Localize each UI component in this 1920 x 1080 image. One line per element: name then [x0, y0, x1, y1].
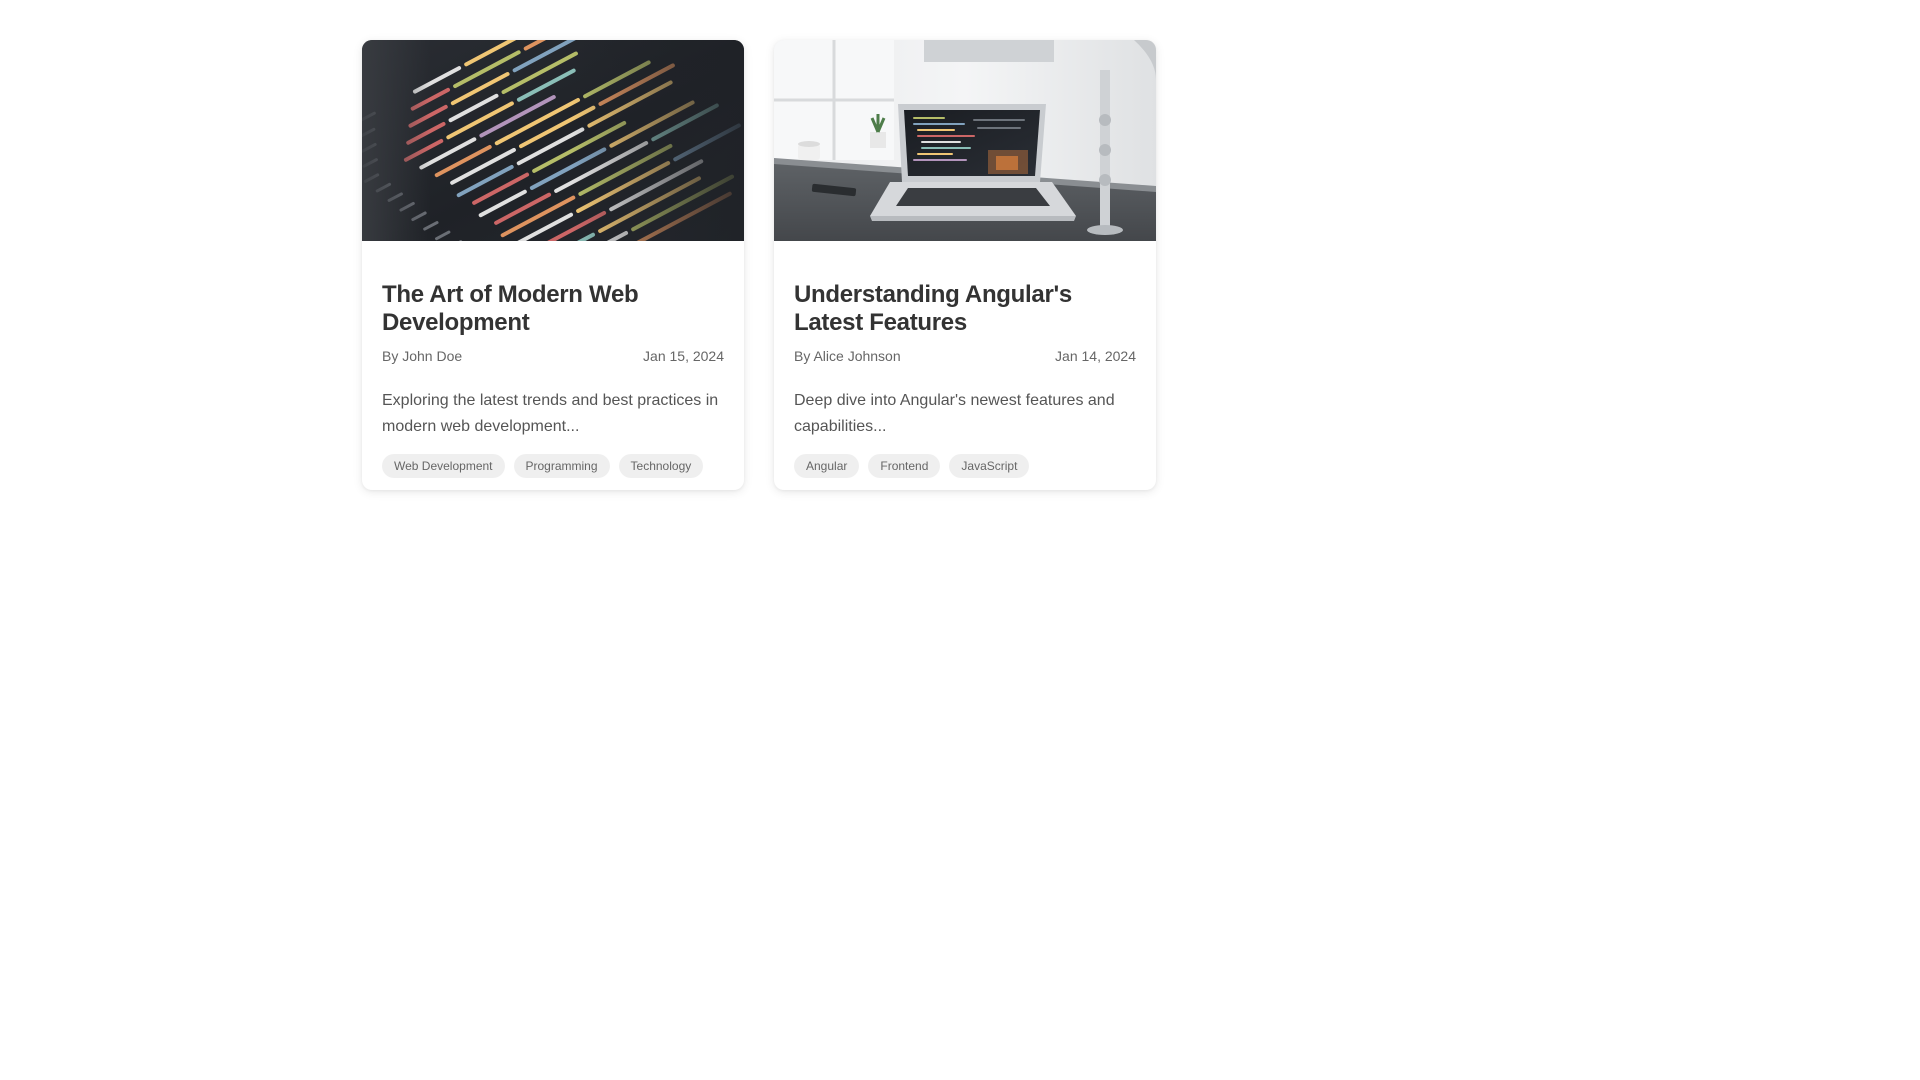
tag-chip[interactable]: Angular: [794, 454, 860, 478]
post-title[interactable]: Understanding Angular's Latest Features: [794, 281, 1136, 337]
code-editor-image: [362, 40, 744, 241]
post-date: Jan 15, 2024: [643, 348, 724, 364]
tag-chip[interactable]: Frontend: [868, 454, 941, 478]
post-meta: By Alice Johnson Jan 14, 2024: [794, 348, 1136, 364]
post-author: By Alice Johnson: [794, 348, 901, 364]
post-card-body: The Art of Modern Web Development By Joh…: [362, 241, 744, 478]
post-title[interactable]: The Art of Modern Web Development: [382, 281, 724, 337]
laptop-desk-image: [774, 40, 1156, 241]
tag-chip[interactable]: Technology: [618, 454, 704, 478]
tag-chip[interactable]: JavaScript: [949, 454, 1030, 478]
post-card[interactable]: The Art of Modern Web Development By Joh…: [362, 40, 744, 490]
tag-chip[interactable]: Web Development: [382, 454, 505, 478]
post-tags: Angular Frontend JavaScript: [794, 454, 1136, 478]
post-excerpt: Deep dive into Angular's newest features…: [794, 392, 1115, 435]
post-tags: Web Development Programming Technology: [382, 454, 724, 478]
post-excerpt: Exploring the latest trends and best pra…: [382, 392, 719, 435]
post-meta: By John Doe Jan 15, 2024: [382, 348, 724, 364]
post-date: Jan 14, 2024: [1055, 348, 1136, 364]
post-author: By John Doe: [382, 348, 463, 364]
post-grid: The Art of Modern Web Development By Joh…: [362, 40, 1156, 490]
post-card[interactable]: Understanding Angular's Latest Features …: [774, 40, 1156, 490]
tag-chip[interactable]: Programming: [513, 454, 610, 478]
post-card-body: Understanding Angular's Latest Features …: [774, 241, 1156, 478]
